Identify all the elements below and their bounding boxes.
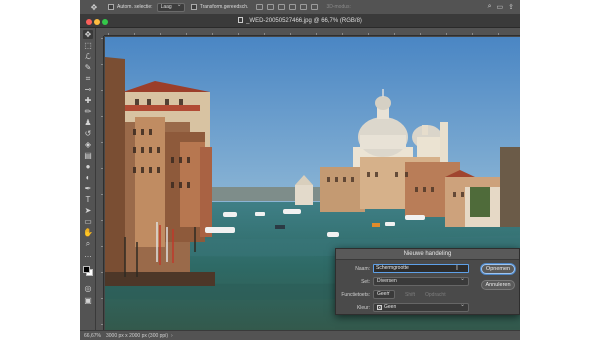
dodge-icon[interactable]: ◐: [83, 173, 93, 182]
shift-checkbox-label[interactable]: Shift: [405, 292, 415, 298]
distribute-icon[interactable]: [311, 4, 319, 10]
color-dropdown[interactable]: ✕ Geen: [373, 302, 469, 312]
auto-select-checkbox[interactable]: [108, 4, 114, 10]
document-icon: [238, 17, 244, 23]
gradient-icon[interactable]: ▤: [83, 151, 93, 160]
document-title-wrap: _WED-20050527466.jpg @ 66,7% (RGB/8): [80, 17, 520, 24]
layer-select[interactable]: Laag: [156, 2, 185, 12]
eraser-icon[interactable]: ◈: [83, 140, 93, 149]
status-bar: 66,67% 3000 px x 2000 px (300 ppi) ›: [80, 330, 520, 340]
color-row: Kleur: ✕ Geen: [336, 302, 469, 312]
zoom-icon[interactable]: ⌕: [83, 239, 93, 248]
color-dropdown-value: Geen: [384, 304, 397, 310]
align-right-icon[interactable]: [278, 4, 286, 10]
type-icon[interactable]: T: [83, 195, 93, 204]
align-left-icon[interactable]: [256, 4, 264, 10]
status-menu-arrow-icon[interactable]: ›: [171, 333, 173, 339]
foreground-color-swatch[interactable]: [83, 266, 90, 273]
transform-controls-label: Transform.gereedsch.: [199, 4, 249, 10]
color-label: Kleur:: [356, 304, 370, 311]
function-key-dropdown[interactable]: Geen: [373, 289, 395, 299]
align-top-icon[interactable]: [289, 4, 297, 10]
zoom-level[interactable]: 66,67%: [84, 333, 104, 339]
command-checkbox-label[interactable]: Opdracht: [425, 292, 446, 298]
record-button[interactable]: Opnemen: [481, 264, 515, 274]
set-row: Set: Diversen: [336, 276, 469, 286]
move-tool-icon[interactable]: ✥: [86, 2, 102, 13]
share-icon[interactable]: ⇪: [508, 3, 514, 11]
transform-controls-checkbox[interactable]: [190, 4, 197, 10]
screen-mode-icon[interactable]: ▣: [83, 296, 93, 305]
mode-3d-label: 3D-modus:: [326, 4, 351, 10]
action-name-input[interactable]: Schermgrootte I: [373, 264, 469, 273]
name-label: Naam:: [355, 265, 370, 272]
align-middle-icon[interactable]: [300, 4, 308, 10]
function-key-label: Functietoets:: [341, 291, 370, 298]
marquee-icon[interactable]: ⬚: [83, 41, 93, 50]
photoshop-window: ✥ Autom. selectie: Laag Transform.gereed…: [80, 0, 520, 340]
no-color-icon: ✕: [377, 305, 382, 310]
brush-icon[interactable]: ✏: [83, 107, 93, 116]
quick-select-icon[interactable]: ✎: [83, 63, 93, 72]
auto-select-label: Autom. selectie:: [117, 4, 153, 10]
document-tab-bar: _WED-20050527466.jpg @ 66,7% (RGB/8): [80, 15, 520, 28]
set-dropdown[interactable]: Diversen: [373, 276, 469, 286]
eyedropper-icon[interactable]: ⊸: [83, 85, 93, 94]
vertical-ruler[interactable]: [96, 36, 104, 330]
rectangle-icon[interactable]: ▭: [83, 217, 93, 226]
move-icon[interactable]: ✥: [83, 30, 93, 39]
align-center-icon[interactable]: [267, 4, 275, 10]
workspace-icon[interactable]: ▭: [497, 3, 504, 11]
more-tools-icon[interactable]: …: [83, 250, 93, 259]
healing-brush-icon[interactable]: ✚: [83, 96, 93, 105]
horizontal-ruler[interactable]: [104, 28, 520, 36]
name-row: Naam: Schermgrootte I: [336, 264, 469, 273]
clone-stamp-icon[interactable]: ♟: [83, 118, 93, 127]
path-select-icon[interactable]: ➤: [83, 206, 93, 215]
options-bar: ✥ Autom. selectie: Laag Transform.gereed…: [80, 0, 520, 15]
document-info: 3000 px x 2000 px (300 ppi): [106, 332, 168, 339]
dialog-title: Nieuwe handeling: [336, 249, 519, 260]
new-action-dialog: Nieuwe handeling Naam: Schermgrootte I S…: [335, 248, 520, 315]
blur-icon[interactable]: ●: [83, 162, 93, 171]
action-name-value: Schermgrootte: [376, 265, 409, 271]
function-key-row: Functietoets: Geen Shift Opdracht: [336, 289, 446, 299]
ruler-corner[interactable]: [96, 28, 104, 36]
document-title: _WED-20050527466.jpg @ 66,7% (RGB/8): [246, 18, 362, 24]
lasso-icon[interactable]: ℒ: [83, 52, 93, 61]
set-label: Set:: [361, 278, 370, 285]
tools-panel: ✥ ⬚ ℒ ✎ ⌗ ⊸ ✚ ✏ ♟ ↺ ◈ ▤ ● ◐ ✒ T ➤ ▭ ✋ ⌕ …: [80, 28, 96, 330]
quick-mask-icon[interactable]: ◎: [83, 284, 93, 293]
text-cursor-icon: I: [456, 265, 458, 272]
history-brush-icon[interactable]: ↺: [83, 129, 93, 138]
cancel-button[interactable]: Annuleren: [481, 280, 515, 290]
crop-icon[interactable]: ⌗: [83, 74, 93, 83]
pen-icon[interactable]: ✒: [83, 184, 93, 193]
search-icon[interactable]: ⌕: [488, 3, 492, 11]
hand-icon[interactable]: ✋: [83, 228, 93, 237]
